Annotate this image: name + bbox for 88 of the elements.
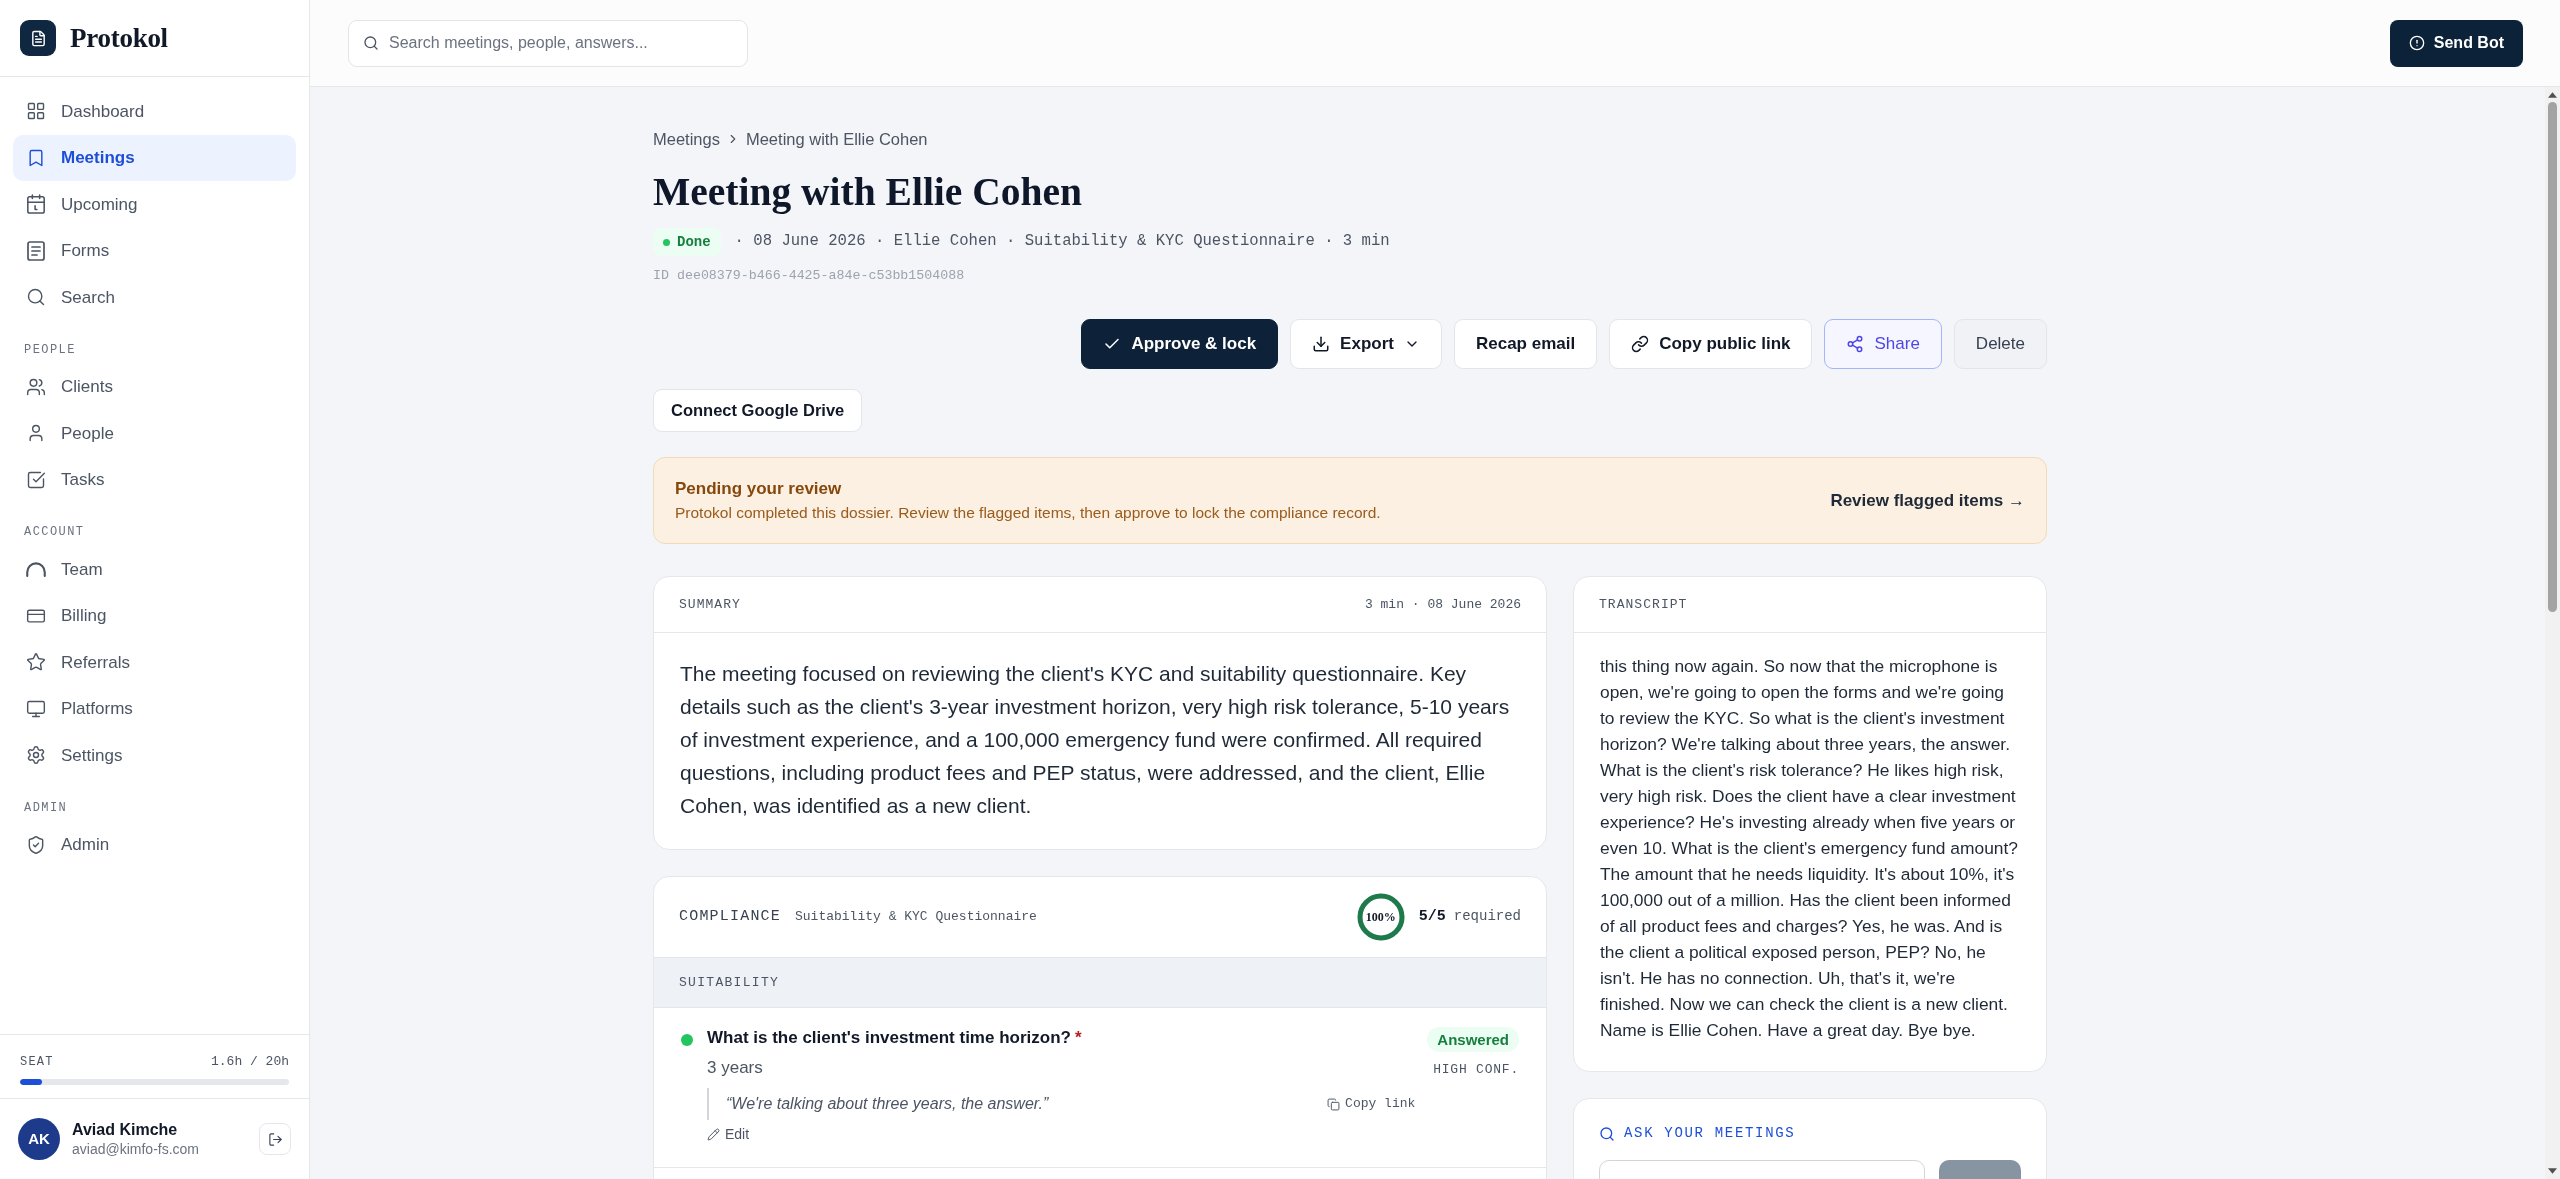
nav-item[interactable]: Team [13,546,296,593]
summary-text: The meeting focused on reviewing the client's KYC and suitability questionnaire. Key details such as the client's 3-year investment horizon, very high risk tolerance, 5-10 years of investment experience, and a 100,000 emergency fund were confirmed. All required questions, including product fees and PEP status, were addressed, and the client, Ellie Cohen, was identified as a new client. [679,661,1511,819]
section-heading: PEOPLE [24,342,76,357]
page-title: Meeting with Ellie Cohen [653,169,1082,215]
banner-title: Pending your review [675,478,842,500]
quote-text: “We're talking about three years, the answer.” [707,1088,1049,1120]
banner-text: Protokol completed this dossier. Review the flagged items, then approve to lock the compliance record. [675,503,1381,523]
arc-icon [26,559,46,580]
section-heading: ADMIN [24,800,68,815]
shield-check-icon [26,834,46,855]
nav-item[interactable]: People [13,410,296,457]
question-text: What is the client's investment time horizon? * [707,1027,1082,1049]
card-heading: COMPLIANCE [679,906,781,927]
user-name: Aviad Kimche [72,1120,179,1140]
user-email: aviad@kimfo-fs.com [72,1140,200,1158]
copy-link-button[interactable]: Copy link [1327,1094,1416,1114]
section-band: SUITABILITY [654,957,1546,1008]
progress-ring [1356,893,1405,941]
user-icon [26,423,46,444]
settings-icon [26,745,46,766]
scroll-up-icon[interactable] [2548,92,2557,98]
card-heading: SUMMARY [679,595,741,614]
confidence-label: HIGH CONF. [1433,1061,1519,1079]
nav-item[interactable]: Upcoming [13,181,296,228]
transcript-text: this thing now again. So now that the microphone is open, we're going to open the forms and we're going to review the KYC. So what is the client's investment horizon? We're talking about three years, the answer. What is the client's risk tolerance? He likes high risk, very high risk. Does the client have a clear investment experience? He's investing already when five years or even 10. What is the client's emergency fund amount? The amount that he needs liquidity. It's about 10%, it's 100,000 out of a million. Has the client been informed of all product fees and charges? Yes, he was. And is the client a political exposed person, PEP? No, he isn't. He has no connection. Uh, that's it, we're finished. Now we can check the client is a new client. Name is Ellie Cohen. Have a great day. Bye bye. [1599,655,2020,1042]
section-heading: ACCOUNT [24,525,85,539]
bookmark-icon [26,147,46,168]
scroll-down-icon[interactable] [2548,1168,2557,1174]
summary-meta: 3 min · 08 June 2026 [1364,595,1521,614]
meeting-details: · 08 June 2026 · Ellie Cohen · Suitability & KYC Questionnaire · 3 min [734,231,1390,253]
search-field[interactable]: Search meetings, people, answers... [348,19,748,67]
connect-drive-button[interactable]: Connect Google Drive [653,389,863,432]
monitor-icon [26,698,46,719]
required-label: required [1453,906,1521,926]
breadcrumb-link[interactable]: Meetings [653,129,720,149]
download-icon [1312,335,1331,353]
copy-icon [1327,1097,1341,1111]
users-icon [26,376,46,397]
action-button[interactable]: Copy public link [1609,319,1813,369]
link-icon [1631,335,1650,353]
nav-item[interactable]: Platforms [13,685,296,732]
progress-percent: 100% [1365,910,1396,924]
logout-button[interactable] [259,1123,291,1155]
alert-circle-icon [2408,35,2425,51]
logo-icon [20,20,56,56]
nav-item[interactable]: Tasks [13,456,296,503]
app-name: Protokol [70,21,168,55]
review-flagged-link[interactable]: Review flagged items → [1830,487,2025,514]
nav-item[interactable]: Settings [13,732,296,779]
nav-item[interactable]: Meetings [13,134,296,181]
calendar-icon [26,194,46,215]
card-heading: TRANSCRIPT [1599,595,1688,614]
seat-usage: 1.6h / 20h [211,1055,289,1069]
scrollbar-thumb[interactable] [2548,102,2557,612]
edit-button[interactable]: Edit [707,1124,750,1145]
search-icon [26,287,46,308]
user-avatar: AK [18,1118,60,1160]
nav-item[interactable]: Admin [13,821,296,868]
search-icon [363,35,379,51]
pencil-icon [707,1128,720,1141]
nav-item[interactable]: Dashboard [13,88,296,135]
grid-icon [26,101,46,122]
nav-item[interactable]: Search [13,274,296,321]
search-icon [1599,1125,1615,1142]
status-badge: Answered [1427,1027,1519,1052]
export-dropdown-button[interactable]: Export [1290,319,1442,369]
breadcrumb-current: Meeting with Ellie Cohen [745,129,928,149]
nav-item[interactable]: Forms [13,227,296,274]
star-icon [26,652,46,673]
approve-button[interactable]: Approve & lock [1081,319,1279,369]
send-bot-button[interactable]: Send Bot [2389,19,2523,67]
ask-heading: ASK YOUR MEETINGS [1624,1124,1796,1143]
nav-item[interactable]: Clients [13,363,296,410]
checkbox-icon [26,469,46,490]
logout-icon [267,1131,283,1147]
seat-label: SEAT [20,1055,54,1069]
nav-item[interactable]: Referrals [13,639,296,686]
document-icon [26,240,46,261]
required-count: 5/5 [1418,906,1446,927]
nav-item[interactable]: Billing [13,592,296,639]
status-badge: Done [653,228,721,256]
share-button[interactable]: Share [1824,319,1942,369]
delete-button[interactable]: Delete [1953,319,2047,369]
meeting-id: ID dee08379-b466-4425-a84e-c53bb1504088 [653,268,965,284]
form-name: Suitability & KYC Questionnaire [795,907,1037,926]
share-icon [1846,335,1865,353]
answer-text: 3 years [707,1057,763,1079]
action-button[interactable]: Recap email [1453,319,1598,369]
